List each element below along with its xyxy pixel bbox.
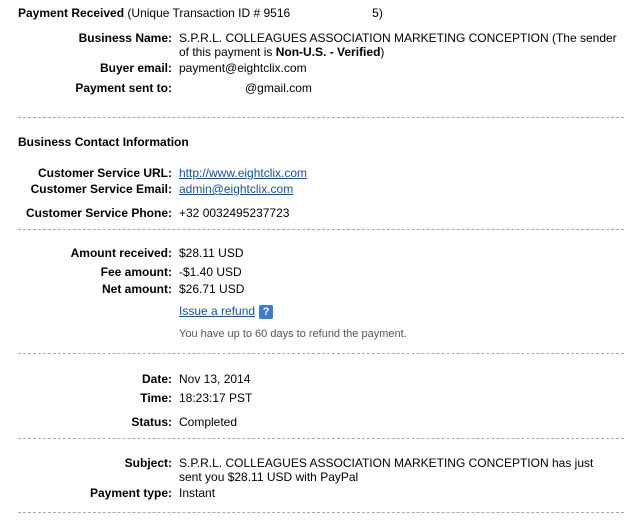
divider [18,353,624,354]
payment-sent-to-value: @gmail.com [245,81,312,95]
customer-service-url-label: Customer Service URL: [37,166,172,180]
buyer-email-value: payment@eightclix.com [179,61,307,75]
issue-refund-link[interactable]: Issue a refund [179,304,255,318]
transaction-id-prefix: (Unique Transaction ID # 9516 [127,6,291,20]
refund-row: Issue a refund? [179,304,274,319]
status-label: Status: [131,415,172,429]
customer-service-email-link[interactable]: admin@eightclix.com [179,182,293,196]
help-icon[interactable]: ? [259,304,274,319]
subject-label: Subject: [124,456,172,470]
date-label: Date: [141,372,172,386]
status-value: Completed [179,415,238,429]
business-name-label: Business Name: [78,31,172,45]
refund-note: You have up to 60 days to refund the pay… [179,328,407,340]
customer-service-phone-label: Customer Service Phone: [25,206,172,220]
divider [18,512,624,513]
payment-type-value: Instant [179,486,216,500]
customer-service-phone-value: +32 0032495237723 [179,206,290,220]
fee-amount-label: Fee amount: [100,265,172,279]
buyer-email-label: Buyer email: [99,61,172,75]
net-amount-label: Net amount: [102,282,172,296]
divider [18,117,624,118]
section-title-contact: Business Contact Information [18,135,189,149]
divider [18,229,624,230]
amount-received-label: Amount received: [70,246,172,260]
sender-prefix: of this payment is [179,45,276,59]
business-name-line2: of this payment is Non-U.S. - Verified) [179,45,384,59]
net-amount-value: $26.71 USD [179,282,245,296]
sender-suffix: ) [380,45,385,59]
transaction-id-suffix: 5) [372,6,383,20]
time-value: 18:23:17 PST [179,391,253,405]
business-name-line1: S.P.R.L. COLLEAGUES ASSOCIATION MARKETIN… [179,31,617,45]
date-value: Nov 13, 2014 [179,372,251,386]
subject-line2: sent you $28.11 USD with PayPal [179,470,359,484]
sender-status: Non-U.S. - Verified [275,45,381,59]
time-label: Time: [140,391,172,405]
subject-line1: S.P.R.L. COLLEAGUES ASSOCIATION MARKETIN… [179,456,594,470]
amount-received-value: $28.11 USD [179,246,244,260]
divider [18,438,624,439]
customer-service-url-link[interactable]: http://www.eightclix.com [179,166,307,180]
payment-type-label: Payment type: [89,486,172,500]
payment-sent-to-label: Payment sent to: [75,81,172,95]
customer-service-email-label: Customer Service Email: [30,182,172,196]
page-title: Payment Received [18,6,125,20]
fee-amount-value: -$1.40 USD [179,265,242,279]
payment-header: Payment Received (Unique Transaction ID … [18,6,383,20]
